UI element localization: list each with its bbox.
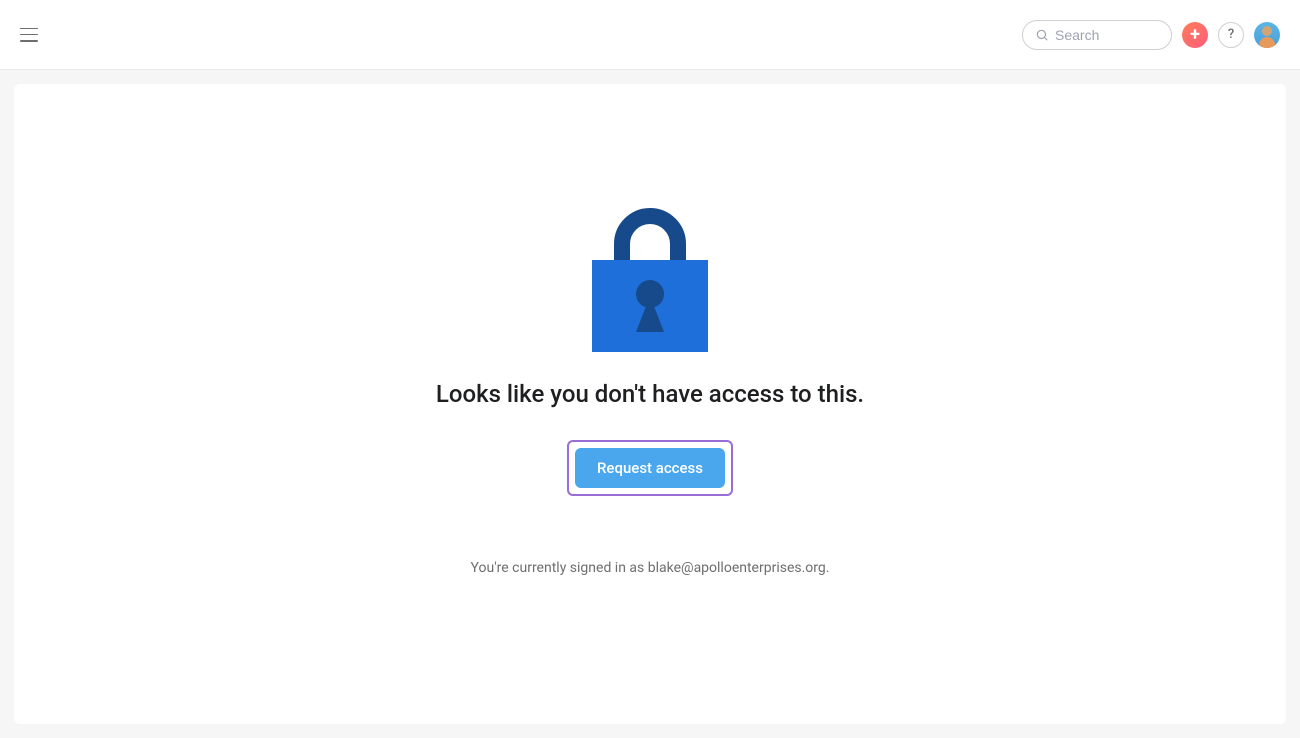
request-access-button[interactable]: Request access [575,448,725,488]
lock-icon [592,202,708,356]
no-access-heading: Looks like you don't have access to this… [436,380,864,408]
avatar[interactable] [1254,22,1280,48]
search-icon [1035,28,1049,42]
topbar: + ? [0,0,1300,70]
help-button[interactable]: ? [1218,22,1244,48]
content-area: Looks like you don't have access to this… [0,70,1300,738]
search-box[interactable] [1022,20,1172,50]
request-button-highlight: Request access [567,440,733,496]
signed-in-text: You're currently signed in as blake@apol… [471,560,830,576]
no-access-card: Looks like you don't have access to this… [14,84,1286,724]
add-button[interactable]: + [1182,22,1208,48]
search-input[interactable] [1055,27,1159,43]
help-icon: ? [1228,27,1234,42]
menu-icon[interactable] [20,28,38,42]
topbar-right: + ? [1022,20,1280,50]
plus-icon: + [1190,26,1200,44]
